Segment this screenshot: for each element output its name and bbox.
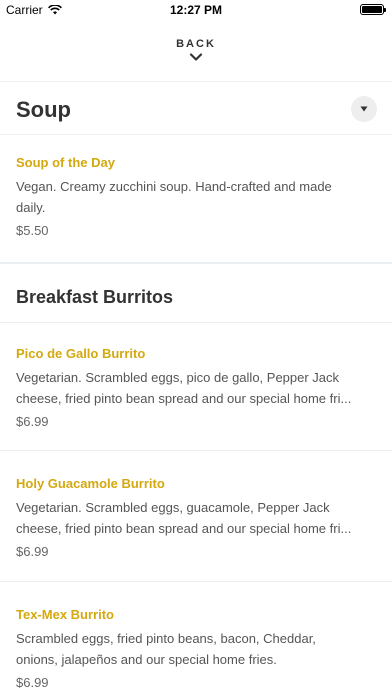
item-name: Pico de Gallo Burrito xyxy=(16,346,146,361)
status-time: 12:27 PM xyxy=(169,3,223,17)
section-header-breakfast-burritos: Breakfast Burritos xyxy=(0,263,392,323)
status-bar: Carrier 12:27 PM xyxy=(0,0,392,20)
menu-item[interactable]: Soup of the Day Vegan. Creamy zucchini s… xyxy=(0,135,392,263)
caret-down-icon xyxy=(360,106,368,112)
item-name: Holy Guacamole Burrito xyxy=(16,476,165,491)
chevron-down-icon xyxy=(189,53,203,61)
item-price: $6.99 xyxy=(16,414,49,429)
item-description: Vegetarian. Scrambled eggs, guacamole, P… xyxy=(16,500,352,536)
item-price: $6.99 xyxy=(16,675,49,690)
item-name: Tex-Mex Burrito xyxy=(16,607,114,622)
battery-icon xyxy=(360,4,386,15)
item-description: Vegetarian. Scrambled eggs, pico de gall… xyxy=(16,370,352,406)
item-name: Soup of the Day xyxy=(16,155,115,170)
item-description: Scrambled eggs, fried pinto beans, bacon… xyxy=(16,631,316,667)
section-title: Soup xyxy=(16,97,71,122)
item-price: $6.99 xyxy=(16,544,49,559)
menu-item[interactable]: Pico de Gallo Burrito Vegetarian. Scramb… xyxy=(0,323,392,451)
menu-item[interactable]: Holy Guacamole Burrito Vegetarian. Scram… xyxy=(0,451,392,582)
item-description: Vegan. Creamy zucchini soup. Hand-crafte… xyxy=(16,179,332,215)
section-dropdown-button[interactable] xyxy=(351,96,377,122)
back-button[interactable]: BACK xyxy=(0,28,392,82)
menu-item[interactable]: Tex-Mex Burrito Scrambled eggs, fried pi… xyxy=(0,582,392,696)
item-price: $5.50 xyxy=(16,223,49,238)
section-title: Breakfast Burritos xyxy=(16,287,174,307)
back-label: BACK xyxy=(176,38,216,50)
section-header-soup: Soup xyxy=(0,83,392,135)
